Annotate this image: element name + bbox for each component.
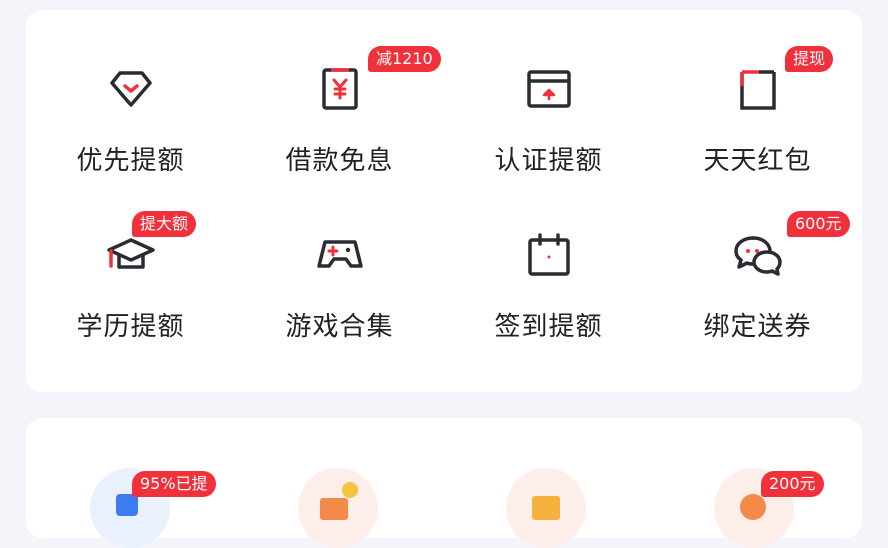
grid-item-game-collection[interactable]: 游戏合集 [235, 176, 444, 342]
grid-item-verify-limit[interactable]: 认证提额 [444, 10, 653, 176]
grid-item-checkin-limit[interactable]: 签到提额 [444, 176, 653, 342]
red-envelope-icon [733, 64, 783, 114]
promo-circle-2[interactable] [298, 468, 378, 548]
progress-badge: 95%已提 [132, 471, 216, 497]
coin-icon [342, 482, 358, 498]
grid-item-bind-coupon[interactable]: 600元 绑定送券 [653, 176, 862, 342]
grid-item-label: 学历提额 [76, 312, 185, 342]
big-limit-badge: 提大额 [132, 211, 197, 237]
grid-item-label: 天天红包 [703, 146, 812, 176]
grid-item-priority-limit[interactable]: 优先提额 [26, 10, 235, 176]
grid-item-interest-free[interactable]: 减1210 借款免息 [235, 10, 444, 176]
yuan-card-icon [315, 64, 365, 114]
discount-badge: 减1210 [368, 46, 441, 72]
grid-item-label: 游戏合集 [285, 312, 394, 342]
promotions-card: 95%已提 200元 [26, 418, 862, 548]
calendar-icon [524, 230, 574, 280]
grid-item-label: 签到提额 [494, 312, 603, 342]
grid-item-label: 绑定送券 [703, 312, 812, 342]
gamepad-icon [315, 230, 365, 280]
promo-red-icon [740, 494, 766, 520]
grid-item-label: 借款免息 [285, 146, 394, 176]
services-card: 优先提额 减1210 借款免息 认证提额 提现 天天红包 提大额 学历提额 游戏… [26, 10, 862, 392]
grid-item-education-limit[interactable]: 提大额 学历提额 [26, 176, 235, 342]
reward-badge: 200元 [761, 471, 824, 497]
grid-item-label: 认证提额 [494, 146, 603, 176]
promo-orange-icon [320, 498, 348, 520]
chat-bubbles-icon [733, 230, 783, 280]
promo-circle-3[interactable] [506, 468, 586, 548]
certificate-icon [524, 64, 574, 114]
graduation-cap-icon [106, 230, 156, 280]
promo-blue-icon [116, 494, 138, 516]
grid-item-daily-red-envelope[interactable]: 提现 天天红包 [653, 10, 862, 176]
diamond-icon [106, 64, 156, 114]
coupon-amount-badge: 600元 [787, 211, 850, 237]
withdraw-badge: 提现 [785, 46, 834, 72]
grid-item-label: 优先提额 [76, 146, 185, 176]
